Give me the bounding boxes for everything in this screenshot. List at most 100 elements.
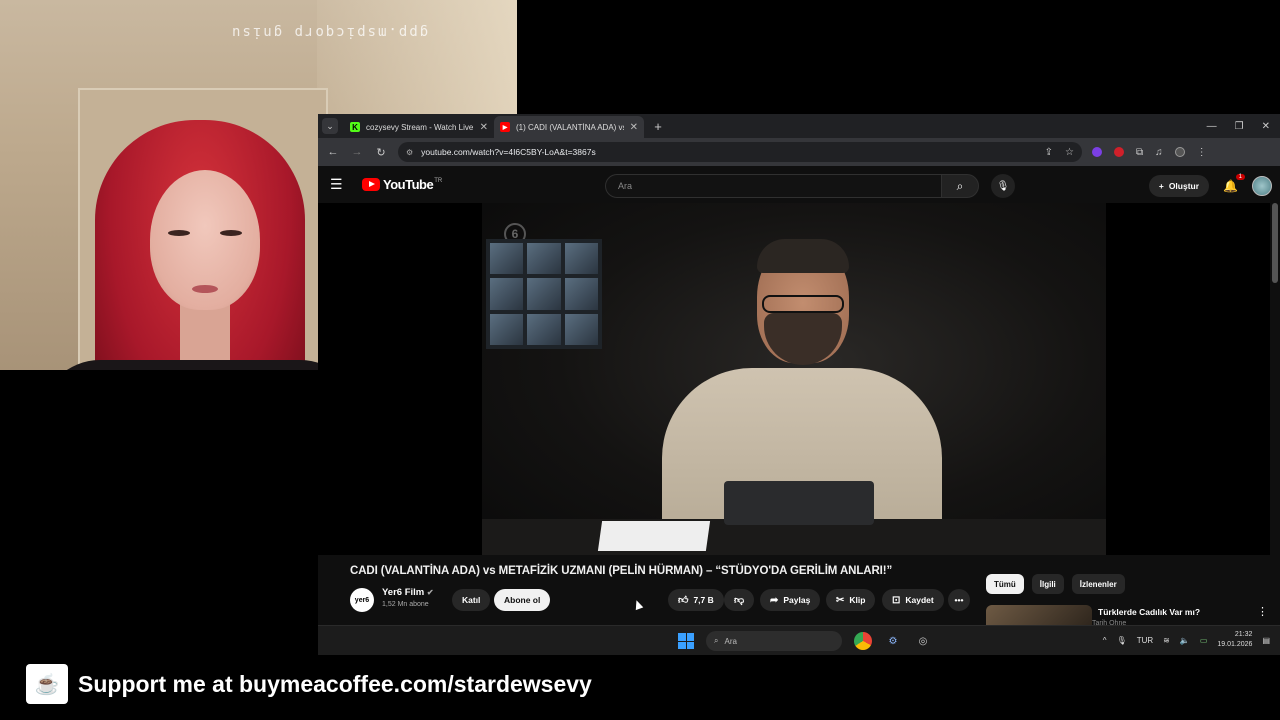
paper-sheet <box>597 521 711 551</box>
page-scrollbar[interactable] <box>1272 203 1278 283</box>
notifications-bell-icon[interactable]: 🔔 1 <box>1223 174 1245 193</box>
window-controls: — ❐ ✕ <box>1207 121 1280 132</box>
menu-kebab-icon[interactable]: ⋮ <box>1197 147 1207 158</box>
new-tab-button[interactable]: + <box>648 119 668 134</box>
video-player[interactable]: 6 <box>318 203 1270 555</box>
more-horiz-icon: ••• <box>954 595 964 605</box>
chip-related[interactable]: İlgili <box>1031 574 1064 594</box>
search-input[interactable]: Ara <box>605 174 941 198</box>
join-label: Katıl <box>462 595 481 605</box>
minimize-icon[interactable]: — <box>1207 121 1217 132</box>
verified-icon: ✔ <box>426 588 434 597</box>
like-button[interactable]: 👍︎ 7,7 B <box>668 589 724 611</box>
clip-button[interactable]: ✂ Klip <box>826 589 876 611</box>
recommended-title[interactable]: Türklerde Cadılık Var mı? <box>1098 607 1200 617</box>
tab-label: (1) CADI (VALANTİNA ADA) vs M <box>516 122 624 132</box>
presenter-glasses <box>762 295 844 313</box>
thumbs-up-icon: 👍︎ <box>678 595 689 606</box>
donation-banner: ☕ Support me at buymeacoffee.com/stardew… <box>26 664 592 704</box>
tray-chevron-icon[interactable]: ^ <box>1103 636 1107 645</box>
taskbar-search[interactable]: ⌕ Ara <box>706 631 842 651</box>
clock-time: 21:32 <box>1234 631 1253 638</box>
subscribe-button[interactable]: Abone ol <box>494 589 551 611</box>
windows-taskbar: ⌕ Ara ⚙ ◎ ^ 🎙 TUR ≋ 🔈 ▭ 21:32 19.01.2026… <box>318 625 1280 655</box>
youtube-logo[interactable]: YouTube TR <box>362 177 442 192</box>
taskbar-center: ⌕ Ara ⚙ ◎ <box>678 631 932 651</box>
create-button[interactable]: + Oluştur <box>1148 175 1210 197</box>
site-info-icon[interactable]: ⚙ <box>406 148 413 157</box>
scissors-icon: ✂ <box>836 594 845 606</box>
bookmark-star-icon[interactable]: ☆ <box>1065 147 1074 158</box>
close-window-icon[interactable]: ✕ <box>1262 121 1270 132</box>
youtube-icon: ▶ <box>500 122 510 132</box>
voice-search-icon[interactable]: 🎙 <box>991 174 1015 198</box>
extension-purple-icon[interactable] <box>1092 147 1102 157</box>
tab-kick-stream[interactable]: K cozysevy Stream - Watch Live o ✕ <box>344 116 494 138</box>
chip-all[interactable]: Tümü <box>986 574 1024 594</box>
search-icon[interactable]: ⌕ <box>941 174 979 198</box>
search-icon: ⌕ <box>714 636 719 645</box>
search-area: Ara ⌕ 🎙 <box>605 174 1015 198</box>
join-button[interactable]: Katıl <box>452 589 491 611</box>
battery-icon[interactable]: ▭ <box>1200 636 1208 645</box>
tab-youtube-video[interactable]: ▶ (1) CADI (VALANTİNA ADA) vs M ✕ <box>494 116 644 138</box>
clock[interactable]: 21:32 19.01.2026 <box>1217 630 1252 650</box>
back-icon[interactable]: ← <box>326 146 340 158</box>
channel-name[interactable]: Yer6 Film ✔ <box>382 587 434 598</box>
restore-icon[interactable]: ❐ <box>1235 121 1244 132</box>
chip-watched[interactable]: İzlenenler <box>1071 574 1125 594</box>
install-app-icon[interactable]: ⇪ <box>1045 147 1053 158</box>
region-code: TR <box>434 177 443 184</box>
close-tab-icon[interactable]: ✕ <box>630 122 638 133</box>
clip-label: Klip <box>849 595 866 605</box>
wifi-icon[interactable]: ≋ <box>1163 636 1170 645</box>
bookmark-icon: ⊡ <box>892 594 901 606</box>
webcam-watermark: gpp.mspicqorp gnisu <box>230 24 429 40</box>
forward-icon[interactable]: → <box>350 146 364 158</box>
header-actions: + Oluştur 🔔 1 <box>1148 174 1272 197</box>
reload-icon[interactable]: ↻ <box>374 146 388 159</box>
kick-icon: K <box>350 122 360 132</box>
chrome-icon[interactable] <box>854 632 872 650</box>
share-button[interactable]: ➦ Paylaş <box>760 589 821 611</box>
media-control-icon[interactable]: ♫ <box>1155 147 1163 158</box>
video-frame: 6 <box>482 203 1106 555</box>
save-button[interactable]: ⊡ Kaydet <box>882 589 944 611</box>
extensions-area: ⧉ ♫ ⋮ <box>1092 147 1207 158</box>
volume-icon[interactable]: 🔈 <box>1180 636 1190 645</box>
right-eye <box>220 230 242 236</box>
more-actions-button[interactable]: ••• <box>948 589 970 611</box>
streamer <box>40 60 360 370</box>
video-title: CADI (VALANTİNA ADA) vs METAFİZİK UZMANI… <box>350 565 893 577</box>
hamburger-menu-icon[interactable]: ☰ <box>330 176 350 193</box>
dislike-button[interactable]: 👎︎ <box>724 589 755 611</box>
account-avatar[interactable] <box>1252 176 1272 196</box>
close-tab-icon[interactable]: ✕ <box>480 122 488 133</box>
share-label: Paylaş <box>783 595 811 605</box>
streamer-lips <box>192 285 218 293</box>
steam-icon[interactable]: ⚙ <box>884 632 902 650</box>
extension-red-icon[interactable] <box>1114 147 1124 157</box>
thumbs-down-icon: 👎︎ <box>734 595 745 606</box>
notification-center-icon[interactable]: ▤ <box>1262 636 1270 645</box>
extensions-puzzle-icon[interactable]: ⧉ <box>1136 147 1143 158</box>
microphone-icon[interactable]: 🎙 <box>1117 636 1127 645</box>
address-toolbar: ← → ↻ ⚙ youtube.com/watch?v=4I6C5BY-LoA&… <box>318 138 1280 166</box>
clock-date: 19.01.2026 <box>1217 641 1253 648</box>
subscribe-label: Abone ol <box>504 595 541 605</box>
url-bar[interactable]: ⚙ youtube.com/watch?v=4I6C5BY-LoA&t=3867… <box>398 142 1082 162</box>
tab-bar: ⌄ K cozysevy Stream - Watch Live o ✕ ▶ (… <box>318 114 1280 138</box>
youtube-wordmark: YouTube <box>383 177 434 192</box>
cctv-monitors <box>486 239 602 349</box>
notification-badge: 1 <box>1235 174 1245 180</box>
channel-avatar[interactable]: yer6 <box>350 588 374 612</box>
windows-start-icon[interactable] <box>678 633 694 649</box>
url-text: youtube.com/watch?v=4I6C5BY-LoA&t=3867s <box>421 147 596 157</box>
language-indicator[interactable]: TUR <box>1137 636 1153 645</box>
app-icon[interactable]: ◎ <box>914 632 932 650</box>
profile-icon[interactable] <box>1174 147 1185 157</box>
system-tray: ^ 🎙 TUR ≋ 🔈 ▭ 21:32 19.01.2026 ▤ <box>1103 630 1270 650</box>
tab-search-icon[interactable]: ⌄ <box>322 118 338 134</box>
browser-window: ⌄ K cozysevy Stream - Watch Live o ✕ ▶ (… <box>318 114 1280 655</box>
taskbar-search-label: Ara <box>724 636 737 646</box>
